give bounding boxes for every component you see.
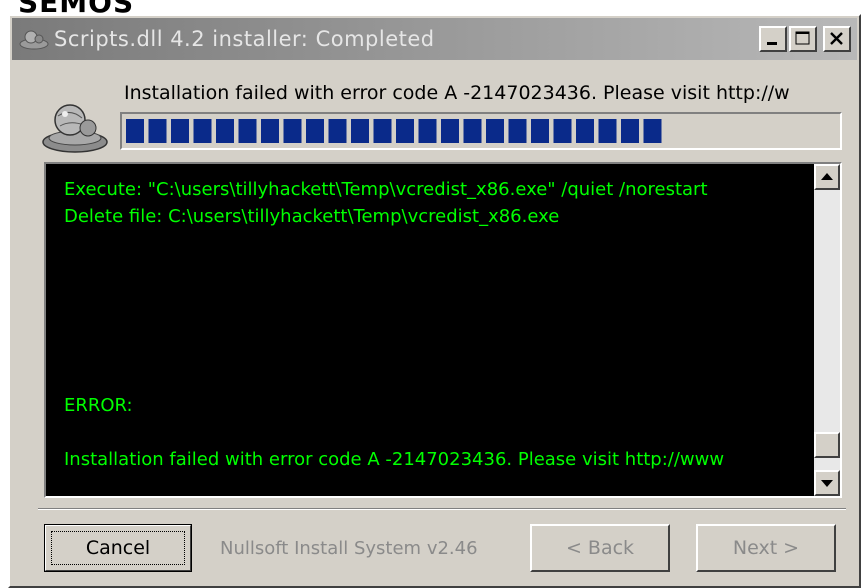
progress-segment <box>306 119 324 143</box>
maximize-icon <box>795 31 810 45</box>
progress-bar <box>120 112 842 150</box>
footer-separator <box>38 508 846 510</box>
log-line: Installation failed with error code A -2… <box>64 449 725 470</box>
log-line: ERROR: <box>64 395 133 416</box>
progress-segment <box>486 119 504 143</box>
window-controls <box>759 26 851 52</box>
scroll-up-button[interactable] <box>814 164 840 190</box>
progress-segment <box>148 119 167 143</box>
close-button[interactable] <box>823 26 851 52</box>
progress-segment <box>508 119 527 143</box>
log-scrollbar[interactable] <box>814 164 840 496</box>
progress-segment <box>261 119 279 143</box>
cancel-button-label: Cancel <box>51 531 185 565</box>
back-button[interactable]: < Back <box>530 524 670 572</box>
progress-segment <box>621 119 639 143</box>
branding-text: Nullsoft Install System v2.46 <box>220 538 478 559</box>
maximize-button[interactable] <box>789 26 817 52</box>
progress-segment <box>216 119 234 143</box>
progress-segment <box>351 119 369 143</box>
progress-segment <box>418 119 437 143</box>
installer-globe-icon <box>42 104 108 153</box>
progress-segment <box>328 119 347 143</box>
details-log[interactable]: Execute: "C:\users\tillyhackett\Temp\vcr… <box>44 162 842 498</box>
progress-segment <box>598 119 617 143</box>
progress-segment <box>283 119 302 143</box>
progress-segment <box>396 119 414 143</box>
installer-window: Scripts.dll 4.2 installer: Completed Ins… <box>8 14 861 588</box>
progress-segment <box>441 119 459 143</box>
progress-fill <box>126 119 662 143</box>
title-bar[interactable]: Scripts.dll 4.2 installer: Completed <box>12 18 857 60</box>
arrow-down-icon <box>821 480 833 487</box>
progress-segment <box>373 119 392 143</box>
scroll-down-button[interactable] <box>814 470 840 496</box>
close-icon <box>830 32 843 45</box>
scroll-thumb[interactable] <box>814 432 840 458</box>
progress-segment <box>463 119 482 143</box>
installer-icon <box>19 30 49 50</box>
minimize-icon <box>767 42 777 45</box>
log-line: Delete file: C:\users\tillyhackett\Temp\… <box>64 206 560 227</box>
progress-segment <box>126 119 144 143</box>
progress-segment <box>643 119 662 143</box>
progress-segment <box>193 119 212 143</box>
minimize-button[interactable] <box>759 26 787 52</box>
arrow-up-icon <box>821 173 833 180</box>
next-button[interactable]: Next > <box>696 524 836 572</box>
cancel-button[interactable]: Cancel <box>44 524 192 572</box>
log-lines: Execute: "C:\users\tillyhackett\Temp\vcr… <box>64 176 816 473</box>
progress-segment <box>531 119 549 143</box>
log-line: Execute: "C:\users\tillyhackett\Temp\vcr… <box>64 179 708 200</box>
progress-segment <box>171 119 189 143</box>
window-title: Scripts.dll 4.2 installer: Completed <box>54 27 435 51</box>
progress-segment <box>576 119 594 143</box>
status-text: Installation failed with error code A -2… <box>124 82 790 104</box>
progress-segment <box>553 119 572 143</box>
progress-segment <box>238 119 257 143</box>
